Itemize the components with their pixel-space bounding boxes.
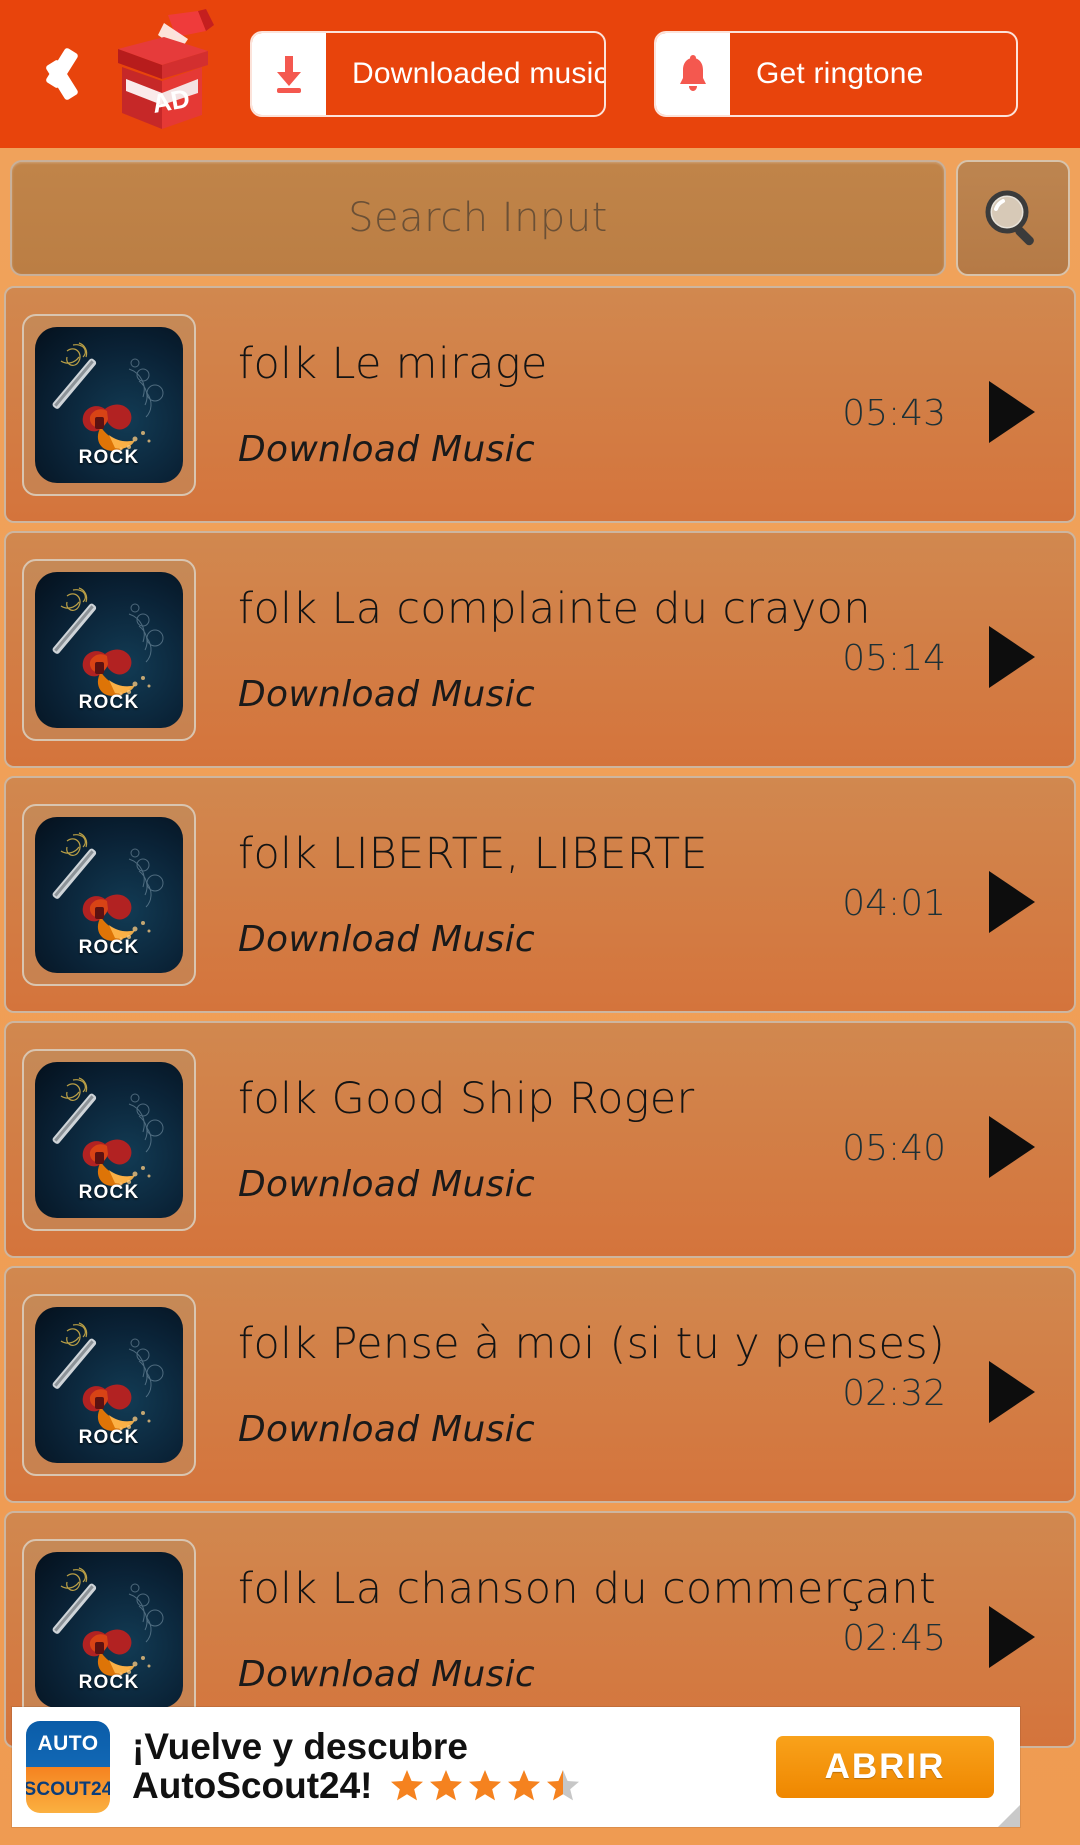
track-title: folk LIBERTE, LIBERTE [238, 829, 708, 879]
star-icon-full [468, 1770, 501, 1801]
back-chevron-icon [33, 41, 73, 107]
play-button[interactable] [982, 622, 1042, 692]
track-thumbnail: ROCK [22, 1293, 196, 1476]
play-icon [989, 870, 1035, 933]
ad-headline-line1: ¡Vuelve y descubre [132, 1726, 468, 1768]
track-thumbnail: ROCK [22, 558, 196, 741]
track-thumbnail: ROCK [22, 1538, 196, 1721]
track-subtitle: Download Music [238, 1164, 536, 1205]
track-duration: 05:40 [842, 1128, 946, 1169]
table-row[interactable]: ROCK folk Pense à moi (si tu y penses) D… [4, 1266, 1076, 1503]
ad-banner[interactable]: AUTO SCOUT24 ¡Vuelve y descubre AutoScou… [12, 1707, 1020, 1827]
back-button[interactable] [14, 19, 92, 129]
table-row[interactable]: ROCK folk Le mirage Download Music 05:43 [4, 286, 1076, 523]
table-row[interactable]: ROCK folk Good Ship Roger Download Music… [4, 1021, 1076, 1258]
search-button[interactable] [956, 160, 1070, 276]
star-icon-half [546, 1770, 579, 1801]
track-subtitle: Download Music [238, 919, 536, 960]
play-button[interactable] [982, 1112, 1042, 1182]
ad-headline: ¡Vuelve y descubre AutoScout24! [132, 1726, 581, 1806]
track-subtitle: Download Music [238, 1654, 536, 1695]
ad-badge-text: AD [150, 82, 192, 118]
play-button[interactable] [982, 867, 1042, 937]
track-title: folk Good Ship Roger [238, 1074, 695, 1124]
ad-headline-line2: AutoScout24! [132, 1765, 373, 1806]
search-bar: Search Input [0, 148, 1080, 286]
genre-badge: ROCK [78, 1671, 140, 1693]
play-icon [989, 1360, 1035, 1423]
play-button[interactable] [982, 1602, 1042, 1672]
guitar-icon [52, 586, 164, 696]
guitar-icon [52, 1321, 164, 1431]
play-icon [989, 625, 1035, 688]
track-list[interactable]: ROCK folk Le mirage Download Music 05:43 [0, 286, 1080, 1766]
ad-rating-stars [389, 1768, 581, 1804]
genre-badge: ROCK [78, 936, 140, 958]
guitar-icon [52, 1566, 164, 1676]
genre-badge: ROCK [78, 1426, 140, 1448]
ad-logo-top-text: AUTO [37, 1732, 99, 1755]
play-button[interactable] [982, 377, 1042, 447]
downloaded-music-label: Downloaded music [352, 57, 606, 90]
track-thumbnail: ROCK [22, 1048, 196, 1231]
table-row[interactable]: ROCK folk LIBERTE, LIBERTE Download Musi… [4, 776, 1076, 1013]
track-subtitle: Download Music [238, 674, 536, 715]
track-duration: 05:14 [842, 638, 946, 679]
guitar-icon [52, 1076, 164, 1186]
magnifier-icon [985, 190, 1034, 246]
downloaded-music-button[interactable]: Downloaded music [250, 31, 606, 117]
play-icon [989, 380, 1035, 443]
track-duration: 05:43 [842, 393, 946, 434]
track-duration: 02:32 [842, 1373, 946, 1414]
track-title: folk La complainte du crayon [238, 584, 871, 634]
guitar-icon [52, 341, 164, 451]
genre-badge: ROCK [78, 1181, 140, 1203]
ad-cta-label: ABRIR [824, 1747, 946, 1786]
track-thumbnail: ROCK [22, 313, 196, 496]
get-ringtone-button[interactable]: Get ringtone [654, 31, 1018, 117]
track-title: folk Pense à moi (si tu y penses) [238, 1319, 946, 1369]
autoscout24-logo-icon: AUTO SCOUT24 [26, 1721, 110, 1813]
download-icon [252, 33, 326, 115]
bell-icon [656, 33, 730, 115]
ad-gift-icon[interactable]: AD [102, 8, 220, 134]
genre-badge: ROCK [78, 446, 140, 468]
track-subtitle: Download Music [238, 429, 536, 470]
star-icon-full [429, 1770, 462, 1801]
track-duration: 02:45 [842, 1618, 946, 1659]
app-header: AD Downloaded music Get ringtone [0, 0, 1080, 148]
track-duration: 04:01 [842, 883, 946, 924]
play-button[interactable] [982, 1357, 1042, 1427]
search-placeholder: Search Input [348, 195, 608, 241]
table-row[interactable]: ROCK folk La complainte du crayon Downlo… [4, 531, 1076, 768]
get-ringtone-label: Get ringtone [756, 57, 924, 90]
genre-badge: ROCK [78, 691, 140, 713]
star-icon-full [390, 1770, 423, 1801]
search-input[interactable]: Search Input [10, 160, 946, 276]
ad-cta-button[interactable]: ABRIR [776, 1736, 994, 1798]
track-title: folk Le mirage [238, 339, 548, 389]
star-icon-full [507, 1770, 540, 1801]
track-thumbnail: ROCK [22, 803, 196, 986]
track-title: folk La chanson du commerçant [238, 1564, 937, 1614]
ad-corner-marker [998, 1805, 1020, 1827]
ad-logo-bottom-text: SCOUT24 [26, 1779, 110, 1800]
guitar-icon [52, 831, 164, 941]
play-icon [989, 1605, 1035, 1668]
track-subtitle: Download Music [238, 1409, 536, 1450]
play-icon [989, 1115, 1035, 1178]
